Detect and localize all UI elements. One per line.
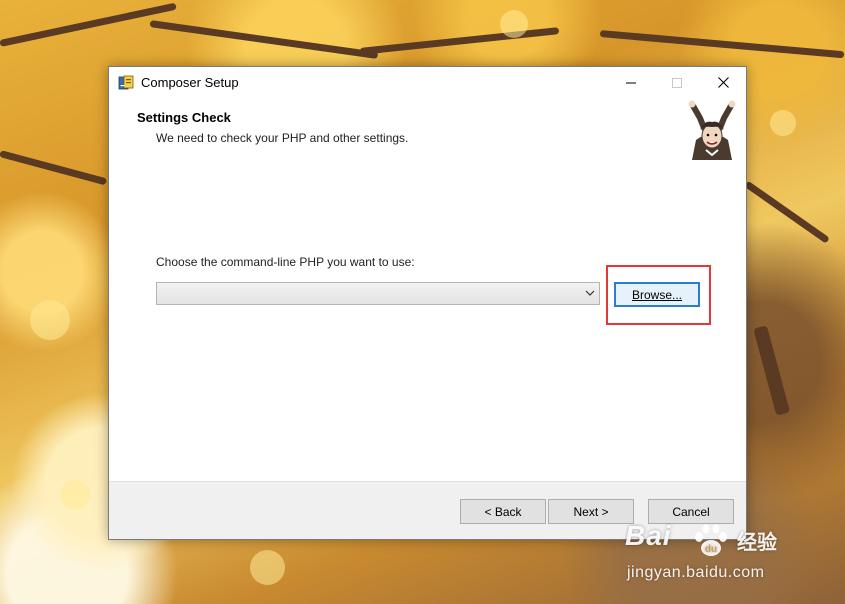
back-button-label: < Back [484, 504, 522, 519]
branch [599, 30, 845, 59]
branch [359, 27, 560, 55]
branch [149, 20, 379, 59]
php-path-select[interactable] [156, 282, 600, 305]
maximize-icon [672, 77, 682, 88]
composer-setup-window: Composer Setup Settings Check We need to… [108, 66, 747, 540]
cancel-button-label: Cancel [672, 504, 710, 519]
minimize-button[interactable] [608, 67, 654, 98]
svg-text:du: du [705, 544, 717, 555]
maximize-button[interactable] [654, 67, 700, 98]
window-title: Composer Setup [141, 75, 239, 90]
close-button[interactable] [700, 67, 746, 98]
composer-conductor-logo [688, 100, 736, 160]
chevron-down-icon [585, 290, 595, 296]
branch [0, 150, 108, 186]
title-bar[interactable]: Composer Setup [109, 67, 746, 98]
branch [743, 180, 830, 244]
composer-app-icon [118, 75, 134, 89]
branch [753, 325, 791, 416]
minimize-icon [626, 82, 636, 83]
wizard-content: Choose the command-line PHP you want to … [109, 166, 746, 516]
choose-php-label: Choose the command-line PHP you want to … [156, 255, 415, 269]
watermark-cn-text: 经验 [737, 532, 777, 554]
browse-button[interactable]: Browse... [614, 282, 700, 307]
browse-button-label: Browse... [631, 287, 682, 302]
back-button[interactable]: < Back [460, 499, 546, 524]
watermark-brand: Bai [625, 520, 672, 551]
watermark-url: jingyan.baidu.com [627, 564, 765, 581]
page-subtitle: We need to check your PHP and other sett… [156, 131, 409, 145]
light-spot [30, 300, 70, 340]
next-button-label: Next > [573, 504, 609, 519]
wizard-header: Settings Check We need to check your PHP… [109, 98, 746, 166]
close-icon [717, 77, 729, 88]
page-title: Settings Check [137, 110, 231, 125]
baidu-paw-icon: du [695, 524, 727, 556]
baidu-jingyan-watermark: Bai du 经验 jingyan.baidu.com [625, 520, 805, 586]
light-spot [250, 550, 285, 585]
light-spot [60, 480, 90, 510]
light-spot [500, 10, 528, 38]
light-spot [770, 110, 796, 136]
next-button[interactable]: Next > [548, 499, 634, 524]
